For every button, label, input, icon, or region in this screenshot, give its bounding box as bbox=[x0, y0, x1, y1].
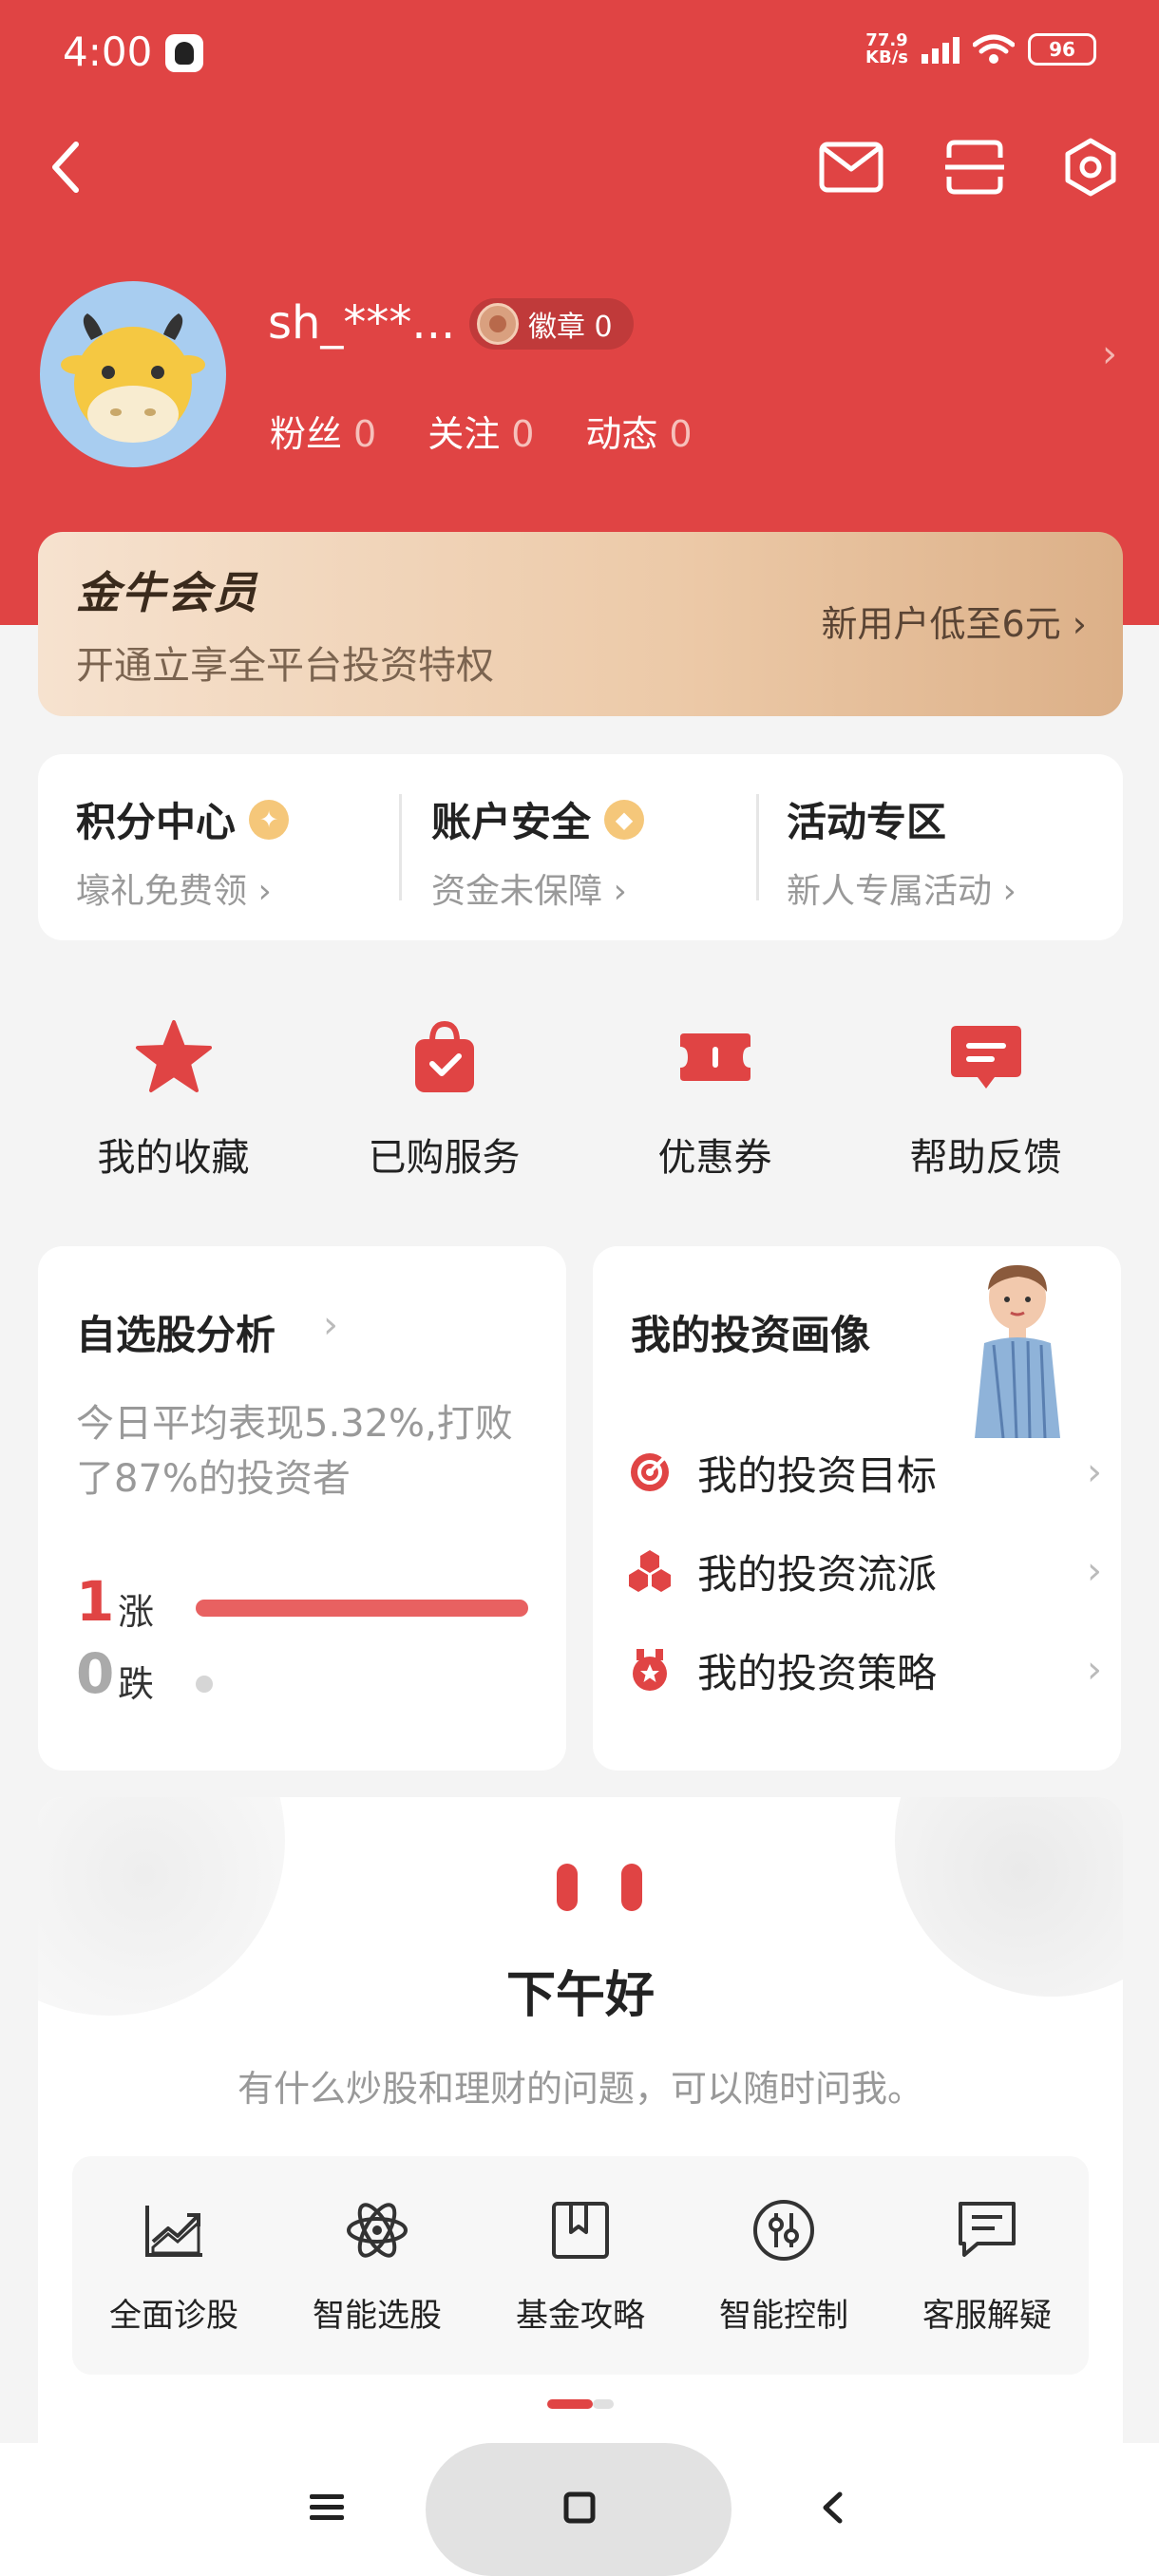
divider bbox=[756, 794, 759, 900]
badge-label: 徽章 0 bbox=[528, 311, 613, 344]
coupon-icon bbox=[679, 1033, 750, 1081]
investment-profile-card[interactable]: 我的投资画像 我的投资目标 › 我的投资流派 › 我的投资策略 › bbox=[593, 1246, 1121, 1771]
scan-button[interactable] bbox=[940, 133, 1009, 201]
back-button[interactable] bbox=[32, 133, 101, 201]
tool-smart-picking[interactable]: 智能选股 bbox=[276, 2196, 479, 2336]
rise-count: 1 bbox=[76, 1569, 115, 1634]
network-speed: 77.9 KB/s bbox=[865, 30, 908, 67]
fall-label: 跌 bbox=[118, 1663, 155, 1705]
feature-account-security[interactable]: 账户安全 ◆ 资金未保障 › bbox=[431, 790, 645, 913]
assistant-greeting: 下午好 bbox=[505, 1967, 655, 2024]
square-icon bbox=[563, 2491, 596, 2524]
rise-bar bbox=[196, 1600, 528, 1617]
feature-points-center[interactable]: 积分中心 ✦ 壕礼免费领 › bbox=[76, 790, 290, 913]
cow-avatar-icon bbox=[61, 313, 205, 443]
investment-strategy-row[interactable]: 我的投资策略 › bbox=[627, 1639, 1102, 1700]
rise-bar-fill bbox=[196, 1600, 528, 1617]
quick-coupons[interactable]: 优惠券 bbox=[580, 1018, 850, 1182]
stock-analysis-card[interactable]: 自选股分析 › 今日平均表现5.32%,打败了87%的投资者 1 涨 0 跌 bbox=[38, 1246, 566, 1771]
status-indicators: 77.9 KB/s 96 bbox=[865, 32, 1096, 66]
chevron-right-icon: › bbox=[1087, 1450, 1102, 1494]
hexagons-icon bbox=[629, 1550, 671, 1592]
medal-icon bbox=[633, 1649, 667, 1691]
bookmark-box-icon bbox=[552, 2202, 609, 2259]
tool-smart-control[interactable]: 智能控制 bbox=[682, 2196, 885, 2336]
wifi-icon bbox=[973, 34, 1015, 64]
profile-chevron-icon[interactable]: › bbox=[1102, 332, 1117, 376]
menu-button[interactable] bbox=[298, 2479, 355, 2536]
vip-description: 开通立享全平台投资特权 bbox=[76, 644, 494, 688]
shopping-bag-icon bbox=[414, 1020, 474, 1092]
stat-posts[interactable]: 动态 0 bbox=[585, 405, 692, 457]
mail-icon bbox=[819, 142, 884, 193]
persona-avatar-icon bbox=[975, 1265, 1060, 1438]
star-icon bbox=[135, 1020, 212, 1092]
tool-customer-service[interactable]: 客服解疑 bbox=[885, 2196, 1089, 2336]
investment-goal-row[interactable]: 我的投资目标 › bbox=[627, 1442, 1102, 1503]
tool-fund-guide[interactable]: 基金攻略 bbox=[479, 2196, 682, 2336]
scan-icon bbox=[945, 140, 1004, 195]
stock-analysis-title: 自选股分析 bbox=[76, 1312, 276, 1358]
atom-icon bbox=[347, 2203, 408, 2258]
chevron-left-icon bbox=[823, 2491, 843, 2524]
vip-offer[interactable]: 新用户低至6元 › bbox=[822, 595, 1087, 647]
fall-bar-dot bbox=[196, 1676, 213, 1693]
profile-stats: 粉丝 0 关注 0 动态 0 bbox=[270, 405, 693, 457]
badge-pill[interactable]: 徽章 0 bbox=[469, 298, 634, 350]
page-indicator bbox=[547, 2399, 614, 2409]
divider bbox=[399, 794, 402, 900]
username[interactable]: sh_***... bbox=[268, 296, 455, 350]
investment-profile-title: 我的投资画像 bbox=[631, 1312, 871, 1358]
sparkle-icon: ✦ bbox=[249, 799, 290, 840]
assistant-tools: 全面诊股 智能选股 基金攻略 智能控制 客服解疑 bbox=[72, 2156, 1089, 2375]
chevron-right-icon: › bbox=[323, 1303, 338, 1347]
system-navigation-bar bbox=[0, 2443, 1159, 2576]
stock-analysis-summary: 今日平均表现5.32%,打败了87%的投资者 bbox=[76, 1402, 513, 1501]
chart-trend-icon bbox=[145, 2206, 202, 2257]
tool-stock-diagnosis[interactable]: 全面诊股 bbox=[72, 2196, 276, 2336]
stat-fans[interactable]: 粉丝 0 bbox=[270, 405, 376, 457]
assistant-subtitle: 有什么炒股和理财的问题，可以随时问我。 bbox=[237, 2068, 923, 2110]
chevron-left-icon bbox=[52, 142, 79, 193]
quick-feedback[interactable]: 帮助反馈 bbox=[850, 1018, 1121, 1182]
status-time: 4:00 bbox=[63, 28, 153, 75]
qq-notification-icon bbox=[165, 34, 203, 72]
target-icon bbox=[631, 1453, 669, 1491]
menu-icon bbox=[310, 2494, 344, 2520]
messages-button[interactable] bbox=[817, 133, 885, 201]
feature-card: 积分中心 ✦ 壕礼免费领 › 账户安全 ◆ 资金未保障 › 活动专区 新人专属活动 … bbox=[38, 754, 1123, 940]
fall-count: 0 bbox=[76, 1641, 115, 1706]
shield-icon: ◆ bbox=[604, 799, 645, 840]
chevron-right-icon: › bbox=[1087, 1648, 1102, 1692]
gear-icon bbox=[1065, 138, 1116, 197]
quick-purchased[interactable]: 已购服务 bbox=[309, 1018, 580, 1182]
system-back-button[interactable] bbox=[804, 2479, 861, 2536]
chevron-right-icon: › bbox=[1087, 1549, 1102, 1593]
status-bar: 4:00 77.9 KB/s 96 bbox=[0, 0, 1159, 114]
home-button[interactable] bbox=[551, 2479, 608, 2536]
settings-button[interactable] bbox=[1056, 133, 1125, 201]
vip-card[interactable]: 金牛会员 开通立享全平台投资特权 新用户低至6元 › bbox=[38, 532, 1123, 716]
chevron-right-icon: › bbox=[1072, 603, 1087, 645]
rise-label: 涨 bbox=[118, 1591, 155, 1633]
feature-activity-zone[interactable]: 活动专区 新人专属活动 › bbox=[787, 790, 1016, 913]
feedback-icon bbox=[950, 1026, 1021, 1089]
assistant-eyes-icon bbox=[557, 1864, 642, 1911]
avatar[interactable] bbox=[40, 281, 226, 467]
investment-style-row[interactable]: 我的投资流派 › bbox=[627, 1541, 1102, 1601]
chat-icon bbox=[959, 2202, 1016, 2257]
quick-favorites[interactable]: 我的收藏 bbox=[38, 1018, 309, 1182]
vip-title: 金牛会员 bbox=[76, 567, 258, 618]
stat-following[interactable]: 关注 0 bbox=[428, 405, 534, 457]
sliders-icon bbox=[753, 2200, 814, 2261]
battery-indicator: 96 bbox=[1028, 33, 1096, 66]
assistant-panel: 下午好 有什么炒股和理财的问题，可以随时问我。 全面诊股 智能选股 基金攻略 智… bbox=[38, 1797, 1123, 2462]
signal-icon bbox=[922, 35, 960, 64]
badge-medal-icon bbox=[477, 303, 519, 345]
